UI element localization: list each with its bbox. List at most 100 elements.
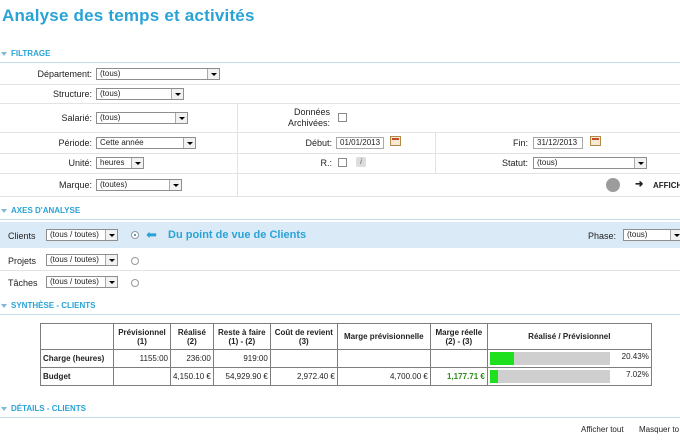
header-reste: Reste à faire (1) - (2) [212,323,271,350]
chevron-down-icon [183,138,195,148]
cell-previsionnel: 1155:00 [113,349,171,368]
calendar-icon[interactable] [390,136,401,146]
r-checkbox[interactable] [338,158,347,167]
arrow-left-icon: ⬅ [146,227,157,242]
show-all-link[interactable]: Afficher tout [581,425,624,434]
empty-header-cell [40,323,114,350]
unite-select[interactable]: heures [96,157,144,169]
info-icon[interactable]: i [356,157,366,167]
section-axes-header[interactable]: AXES D'ANALYSE [0,205,680,220]
structure-select[interactable]: (tous) [96,88,184,100]
calendar-icon[interactable] [590,136,601,146]
chevron-down-icon [131,158,143,168]
salarie-select[interactable]: (tous) [96,112,188,124]
progress-bar [489,352,610,365]
departement-select[interactable]: (tous) [96,68,220,80]
row-label: Budget [40,367,114,386]
hide-all-link[interactable]: Masquer to [639,425,679,434]
row-label: Charge (heures) [40,349,114,368]
phase-label: Phase: [588,231,617,241]
table-row: Budget 4,150.10 € 54,929.90 € 2,972.40 €… [40,367,652,386]
cell-ratio: 7.02% [486,367,652,386]
filter-row-unite: Unité: heures R.: i Statut: (tous) [0,154,680,174]
table-header-row: Prévisionnel (1) Réalisé (2) Reste à faire… [40,323,652,350]
chevron-down-icon [175,113,187,123]
export-icon[interactable] [606,178,620,192]
chevron-down-icon [105,230,117,240]
cell-previsionnel [113,367,171,386]
progress-fill [489,370,499,383]
r-label: R.: [320,158,332,168]
periode-label: Période: [58,138,92,148]
chevron-down-icon [171,89,183,99]
unite-label: Unité: [68,158,92,168]
filter-row-marque: Marque: (toutes) ➜ AFFICH [0,174,680,197]
filter-row-periode: Période: Cette année Début: 01/01/2013 F… [0,133,680,154]
column-divider [435,133,436,173]
cell-cout: 2,972.40 € [269,367,338,386]
cell-realise: 4,150.10 € [170,367,214,386]
section-label: SYNTHÈSE - CLIENTS [11,301,96,310]
chevron-down-icon [670,230,680,240]
collapse-triangle-icon [1,209,7,213]
clients-radio[interactable] [131,231,139,239]
taches-select[interactable]: (tous / toutes) [46,276,118,288]
cell-reste: 919:00 [212,349,271,368]
projets-radio[interactable] [131,257,139,265]
row-divider [0,270,680,271]
header-marge-reelle: Marge réelle (2) - (3) [429,323,488,350]
chevron-down-icon [207,69,219,79]
section-label: AXES D'ANALYSE [11,206,81,215]
header-ratio: Réalisé / Prévisionnel [486,323,652,350]
debut-date-input[interactable]: 01/01/2013 [336,137,384,149]
phase-select[interactable]: (tous) [623,229,680,241]
synthese-table: Prévisionnel (1) Réalisé (2) Reste à faire… [40,323,652,386]
ratio-percent: 20.43% [621,352,649,361]
cell-marge-reelle [429,349,488,368]
column-divider [237,104,238,196]
archivees-label-line2: Archivées: [287,118,330,128]
section-details-header[interactable]: DÉTAILS - CLIENTS [0,403,680,418]
chevron-down-icon [105,277,117,287]
clients-select[interactable]: (tous / toutes) [46,229,118,241]
progress-bar [489,370,610,383]
statut-label: Statut: [501,158,528,168]
statut-select[interactable]: (tous) [533,157,647,169]
filter-row-salarie: Salarié: (tous) Données Archivées: [0,104,680,133]
cell-marge-prev: 4,700.00 € [336,367,431,386]
marque-label: Marque: [58,180,92,190]
section-label: FILTRAGE [11,49,51,58]
chevron-down-icon [634,158,646,168]
arrow-right-icon: ➜ [635,179,644,190]
chevron-down-icon [105,255,117,265]
fin-date-input[interactable]: 31/12/2013 [533,137,583,149]
taches-radio[interactable] [131,279,139,287]
clients-label: Clients [8,231,36,241]
taches-label: Tâches [8,278,38,288]
header-realise: Réalisé (2) [170,323,214,350]
periode-select[interactable]: Cette année [96,137,196,149]
afficher-button[interactable]: AFFICH [653,181,680,190]
marque-select[interactable]: (toutes) [96,179,182,191]
cell-ratio: 20.43% [486,349,652,368]
progress-fill [489,352,515,365]
collapse-triangle-icon [1,304,7,308]
projets-select[interactable]: (tous / toutes) [46,254,118,266]
ratio-percent: 7.02% [626,370,649,379]
cell-marge-reelle: 1,177.71 € [429,367,488,386]
section-filtrage-header[interactable]: FILTRAGE [0,48,680,63]
header-previsionnel: Prévisionnel (1) [113,323,171,350]
debut-label: Début: [305,138,332,148]
section-label: DÉTAILS - CLIENTS [11,404,86,413]
filter-row-structure: Structure: (tous) [0,85,680,104]
cell-marge-prev [336,349,431,368]
cell-cout [269,349,338,368]
collapse-triangle-icon [1,407,7,411]
section-synthese-header[interactable]: SYNTHÈSE - CLIENTS [0,300,680,315]
donnees-label-line1: Données [293,107,330,117]
header-cout: Coût de revient (3) [269,323,338,350]
projets-label: Projets [8,256,37,266]
donnees-archivees-checkbox[interactable] [338,113,347,122]
header-marge-prev: Marge prévisionnelle [336,323,431,350]
chevron-down-icon [169,180,181,190]
